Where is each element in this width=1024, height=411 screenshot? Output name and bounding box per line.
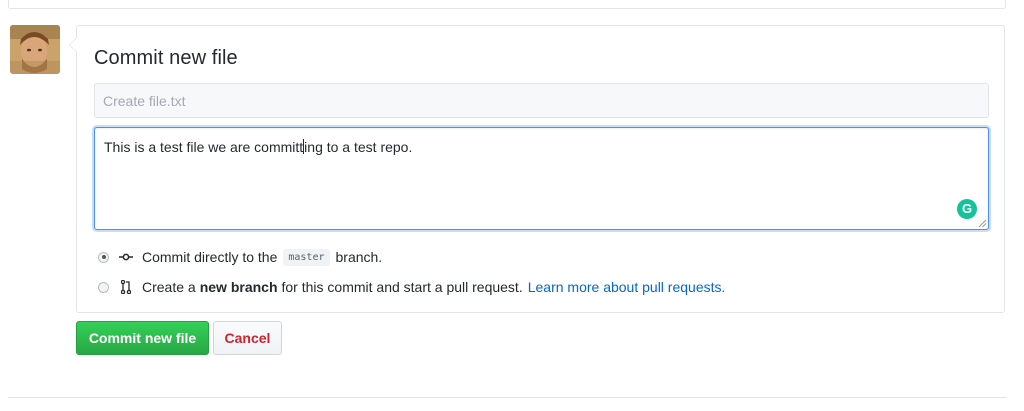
branch-name: master — [283, 248, 330, 266]
avatar[interactable] — [10, 25, 60, 74]
commit-direct-radio[interactable] — [98, 251, 109, 263]
new-branch-suffix: for this commit and start a pull request… — [281, 279, 523, 295]
git-pull-request-icon — [118, 279, 134, 295]
cancel-button[interactable]: Cancel — [213, 321, 282, 355]
footer-divider — [8, 397, 1006, 398]
new-branch-prefix: Create a — [142, 279, 196, 295]
previous-panel-edge — [8, 0, 1006, 9]
learn-more-pull-requests-link[interactable]: Learn more about pull requests. — [528, 279, 726, 295]
new-branch-option[interactable]: Create a new branch for this commit and … — [98, 277, 725, 297]
resize-handle-icon[interactable] — [978, 219, 987, 228]
commit-direct-label: Commit directly to the — [142, 249, 278, 265]
commit-panel: Commit new file This is a test file we a… — [69, 25, 1005, 313]
git-commit-icon — [118, 249, 134, 265]
commit-summary-input[interactable] — [94, 83, 989, 118]
new-branch-radio[interactable] — [98, 281, 109, 293]
commit-description-text: This is a test file we are committing to… — [104, 139, 413, 155]
new-branch-bold: new branch — [199, 279, 278, 295]
grammarly-icon[interactable]: G — [957, 199, 977, 219]
commit-new-file-button[interactable]: Commit new file — [76, 321, 209, 355]
commit-title: Commit new file — [94, 47, 238, 69]
commit-description-textarea[interactable]: This is a test file we are committing to… — [94, 127, 989, 230]
commit-direct-option[interactable]: Commit directly to the master branch. — [98, 247, 382, 267]
commit-direct-suffix: branch. — [335, 249, 383, 265]
